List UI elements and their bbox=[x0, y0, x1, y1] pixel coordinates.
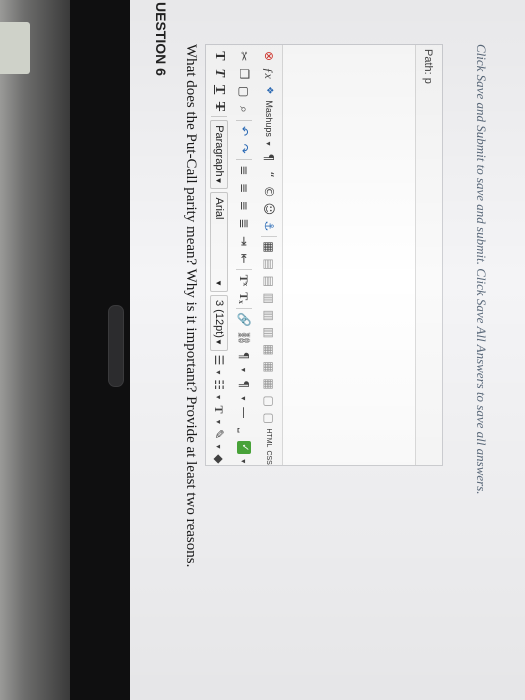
table-split-icon[interactable]: ▦ bbox=[262, 360, 276, 374]
align-right-icon[interactable]: ≡ bbox=[237, 198, 251, 213]
question-text: What does the Put-Call parity mean? Why … bbox=[183, 44, 199, 568]
cut-icon[interactable]: ✂ bbox=[237, 49, 251, 64]
table-props-icon[interactable]: ▢ bbox=[262, 394, 276, 408]
redo-icon[interactable]: ↷ bbox=[237, 141, 251, 156]
outdent-icon[interactable]: ⇤ bbox=[237, 251, 251, 266]
rotated-page: UESTION 6 What does the Put-Call parity … bbox=[130, 0, 525, 700]
numbered-list-icon[interactable]: ☷ bbox=[212, 379, 226, 391]
table-col-before-icon[interactable]: ▥ bbox=[262, 309, 276, 323]
anchor-icon[interactable]: ⚓ bbox=[262, 219, 276, 233]
strikethrough-button[interactable]: T bbox=[211, 100, 227, 114]
chevron-down-icon[interactable]: ▾ bbox=[215, 394, 224, 401]
separator bbox=[236, 159, 252, 160]
bezel-sticker bbox=[0, 22, 30, 74]
table-row-before-icon[interactable]: ▤ bbox=[262, 257, 276, 271]
css-button[interactable]: CSS bbox=[266, 450, 273, 464]
fullscreen-icon[interactable]: ▢ bbox=[262, 411, 276, 425]
toolbar-row-2: ✂ ❐ ▢ ⌕ ↶ ↷ ≡ ≡ ≡ ≣ ⇥ ⇤ Tˣ Tₓ 🔗 ⛓ ¶ ▾ ¶ … bbox=[232, 45, 256, 465]
separator bbox=[261, 236, 277, 237]
horizontal-rule-icon[interactable]: — bbox=[237, 405, 251, 420]
subscript-icon[interactable]: Tₓ bbox=[237, 291, 252, 306]
indent-icon[interactable]: ⇥ bbox=[237, 234, 251, 249]
question-heading: UESTION 6 bbox=[153, 2, 169, 76]
separator bbox=[236, 269, 252, 271]
laptop-slot bbox=[108, 305, 124, 387]
rich-text-editor[interactable]: T T T T Paragraph ▼ Arial ▼ 3 (12pt) ▼ ☰… bbox=[205, 44, 443, 466]
emoticon-icon[interactable]: ☺ bbox=[262, 202, 276, 216]
chevron-down-icon: ▼ bbox=[214, 337, 224, 346]
insert-table-icon[interactable]: ▦ bbox=[262, 240, 276, 254]
element-path: Path: p bbox=[422, 49, 434, 84]
bulleted-list-icon[interactable]: ☰ bbox=[212, 354, 226, 366]
separator bbox=[211, 116, 227, 118]
table-col-after-icon[interactable]: ▥ bbox=[262, 326, 276, 340]
pilcrow-icon[interactable]: ¶ bbox=[262, 150, 276, 164]
table-merge-icon[interactable]: ▦ bbox=[262, 377, 276, 391]
table-delete-col-icon[interactable]: ▦ bbox=[262, 343, 276, 357]
superscript-icon[interactable]: Tˣ bbox=[237, 273, 252, 288]
mashups-dropdown[interactable]: Mashups bbox=[264, 100, 274, 137]
separator bbox=[236, 308, 252, 310]
align-center-icon[interactable]: ≡ bbox=[237, 181, 251, 196]
submit-instructions: Click Save and Submit to save and submit… bbox=[474, 44, 489, 495]
copy-icon[interactable]: ❐ bbox=[237, 67, 251, 82]
paste-icon[interactable]: ▢ bbox=[237, 84, 251, 99]
toolbar-row-3: ⊗ ƒx ❖ Mashups ▾ ¶ “ © ☺ ⚓ ▦ ▤ ▤ ▥ ▥ ▥ ▦… bbox=[257, 45, 281, 465]
chevron-down-icon: ▼ bbox=[214, 279, 224, 288]
unlink-icon[interactable]: ⛓ bbox=[237, 330, 251, 345]
laptop-bezel-left bbox=[0, 0, 70, 700]
special-character-icon[interactable]: © bbox=[262, 185, 276, 199]
underline-button[interactable]: T bbox=[211, 83, 227, 97]
chevron-down-icon: ▼ bbox=[214, 176, 224, 185]
link-icon[interactable]: 🔗 bbox=[237, 312, 251, 327]
size-label: 3 (12pt) bbox=[213, 300, 225, 338]
undo-icon[interactable]: ↶ bbox=[237, 124, 251, 139]
chevron-down-icon[interactable]: ▾ bbox=[265, 140, 274, 148]
editor-text-area[interactable] bbox=[282, 45, 416, 465]
nonbreaking-space-icon[interactable]: ⎵ bbox=[237, 423, 252, 438]
size-dropdown[interactable]: 3 (12pt) ▼ bbox=[210, 295, 228, 351]
separator bbox=[236, 119, 252, 121]
paragraph-format-icon[interactable]: ¶ bbox=[237, 348, 251, 363]
spellcheck-icon[interactable]: ✓ bbox=[237, 440, 251, 455]
quote-icon[interactable]: “ bbox=[262, 168, 276, 182]
chevron-down-icon[interactable]: ▾ bbox=[215, 369, 224, 376]
screen: UESTION 6 What does the Put-Call parity … bbox=[130, 0, 525, 700]
align-justify-icon[interactable]: ≣ bbox=[237, 216, 251, 231]
page-content: UESTION 6 What does the Put-Call parity … bbox=[130, 0, 525, 700]
toolbar-row-1: T T T T Paragraph ▼ Arial ▼ 3 (12pt) ▼ ☰… bbox=[207, 45, 231, 465]
font-dropdown[interactable]: Arial ▼ bbox=[210, 192, 228, 293]
chevron-down-icon[interactable]: ▾ bbox=[240, 457, 249, 465]
math-icon[interactable]: ƒx bbox=[262, 66, 277, 80]
chevron-down-icon[interactable]: ▾ bbox=[240, 366, 249, 374]
table-delete-row-icon[interactable]: ▥ bbox=[262, 291, 276, 305]
table-row-after-icon[interactable]: ▤ bbox=[262, 274, 276, 288]
bold-button[interactable]: T bbox=[211, 49, 227, 63]
italic-button[interactable]: T bbox=[211, 66, 227, 80]
text-color-icon[interactable]: T bbox=[212, 403, 227, 415]
record-icon[interactable]: ⊗ bbox=[262, 49, 276, 63]
find-icon[interactable]: ⌕ bbox=[237, 102, 252, 117]
chevron-down-icon[interactable]: ▾ bbox=[215, 443, 224, 450]
chevron-down-icon[interactable]: ▾ bbox=[215, 419, 224, 426]
mashups-icon[interactable]: ❖ bbox=[264, 83, 274, 97]
direction-icon[interactable]: ¶ bbox=[237, 377, 251, 392]
highlight-icon[interactable]: ✎ bbox=[212, 428, 226, 440]
paragraph-dropdown[interactable]: Paragraph ▼ bbox=[210, 120, 228, 190]
chevron-down-icon[interactable]: ▾ bbox=[240, 394, 249, 402]
paragraph-label: Paragraph bbox=[213, 125, 225, 177]
html-button[interactable]: HTML bbox=[266, 428, 273, 447]
font-label: Arial bbox=[213, 197, 225, 220]
clear-format-icon[interactable]: ◆ bbox=[212, 453, 226, 465]
align-left-icon[interactable]: ≡ bbox=[237, 163, 251, 178]
